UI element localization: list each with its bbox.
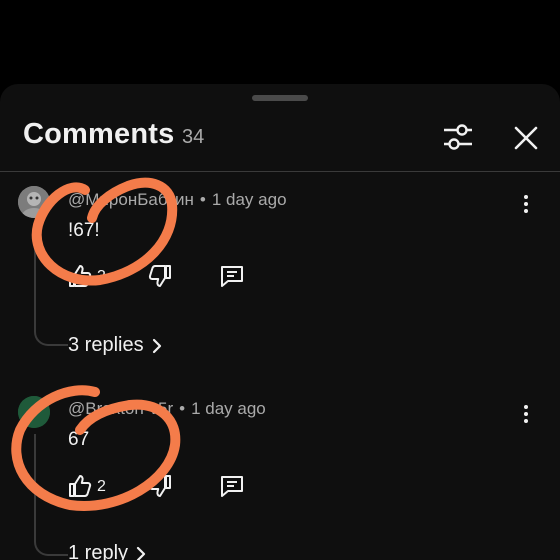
close-icon: [514, 126, 538, 150]
comments-header: Comments 34: [0, 84, 560, 172]
thumb-down-icon: [148, 475, 171, 497]
comment-time[interactable]: 1 day ago: [191, 399, 266, 418]
dislike-button[interactable]: [146, 472, 174, 500]
comment-author[interactable]: @Braxton-v5r: [68, 399, 173, 418]
like-count: 3: [97, 268, 106, 285]
comment-more-button[interactable]: [514, 192, 538, 216]
separator-dot: •: [199, 190, 206, 209]
thumb-down-icon: [148, 265, 171, 287]
comment-author[interactable]: @МиронБабкин: [68, 190, 194, 209]
reply-icon: [221, 266, 243, 287]
avatar[interactable]: [18, 186, 50, 218]
like-button[interactable]: [66, 472, 94, 500]
chevron-right-icon: [152, 338, 161, 353]
avatar-image: [18, 396, 50, 428]
like-button[interactable]: [66, 262, 94, 290]
chevron-right-icon: [136, 546, 146, 560]
reply-button[interactable]: [218, 472, 246, 500]
comments-sheet: Comments 34 @МиронБабкин • 1 day ago !67…: [0, 84, 560, 560]
view-replies-button[interactable]: 1 reply: [68, 542, 148, 560]
avatar-image: [18, 186, 50, 218]
thumb-up-icon: [69, 475, 92, 497]
thumb-up-icon: [69, 265, 92, 287]
more-vert-icon: [524, 405, 528, 423]
filter-button[interactable]: [440, 122, 476, 152]
comment-more-button[interactable]: [514, 402, 538, 426]
replies-label: 1 reply: [68, 542, 129, 560]
reply-icon: [221, 476, 243, 497]
comment-meta: @Braxton-v5r • 1 day ago: [68, 399, 266, 419]
header-divider: [0, 171, 560, 172]
view-replies-button[interactable]: 3 replies: [68, 334, 164, 357]
comment-time[interactable]: 1 day ago: [212, 190, 287, 209]
replies-label: 3 replies: [68, 334, 144, 356]
comment-meta: @МиронБабкин • 1 day ago: [68, 190, 287, 210]
comment-text: 67: [68, 429, 90, 450]
dislike-button[interactable]: [146, 262, 174, 290]
thread-line: [34, 434, 68, 556]
more-vert-icon: [524, 195, 528, 213]
close-button[interactable]: [510, 122, 542, 154]
like-count: 2: [97, 478, 106, 495]
thread-line: [34, 224, 68, 346]
comments-title: Comments: [23, 118, 175, 150]
comments-count: 34: [182, 126, 205, 148]
filter-icon: [444, 124, 472, 150]
separator-dot: •: [179, 399, 186, 418]
reply-button[interactable]: [218, 262, 246, 290]
comment-text: !67!: [68, 220, 100, 241]
avatar[interactable]: [18, 396, 50, 428]
